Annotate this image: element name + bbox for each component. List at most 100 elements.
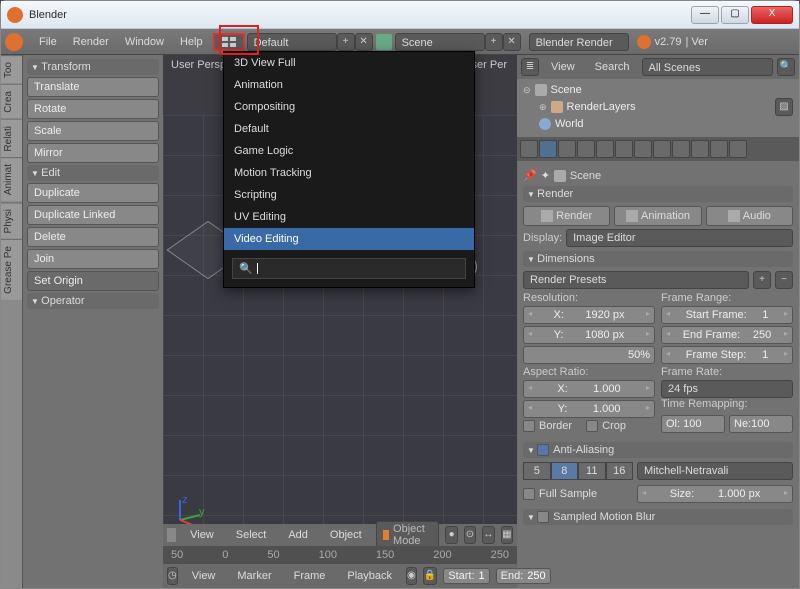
animation-button[interactable]: Animation (614, 206, 701, 226)
vp-menu-select[interactable]: Select (228, 529, 275, 541)
renderlayer-toggle-icon[interactable]: ▨ (775, 98, 793, 116)
tl-menu-marker[interactable]: Marker (229, 570, 279, 582)
scene-name-field[interactable]: Scene (395, 33, 485, 51)
toolshelf-tab-relations[interactable]: Relati (1, 119, 22, 158)
outliner-editor-icon[interactable]: ≣ (521, 58, 539, 76)
preset-remove-button[interactable]: − (775, 271, 793, 289)
tab-object-icon[interactable] (596, 140, 614, 158)
remove-scene-button[interactable]: ✕ (503, 33, 521, 51)
tree-world[interactable]: World (555, 118, 584, 130)
tab-render-icon[interactable] (520, 140, 538, 158)
aa-enable-checkbox[interactable] (537, 444, 549, 456)
outliner-menu-view[interactable]: View (543, 61, 583, 73)
old-frame-field[interactable]: Ol: 100 (661, 415, 725, 433)
remove-layout-button[interactable]: ✕ (355, 33, 373, 51)
tab-scene-icon[interactable] (558, 140, 576, 158)
layers-icon[interactable]: ▦ (501, 526, 513, 544)
aa-sample-11[interactable]: 11 (578, 462, 606, 480)
join-button[interactable]: Join (27, 249, 159, 269)
aspect-x-field[interactable]: ◂X:1.000▸ (523, 380, 655, 398)
layout-option-default[interactable]: Default (224, 118, 474, 140)
vp-menu-object[interactable]: Object (322, 529, 370, 541)
window-close-button[interactable]: X (751, 6, 793, 24)
tab-constraints-icon[interactable] (615, 140, 633, 158)
tab-texture-icon[interactable] (691, 140, 709, 158)
tab-material-icon[interactable] (672, 140, 690, 158)
preset-add-button[interactable]: + (753, 271, 771, 289)
rotate-button[interactable]: Rotate (27, 99, 159, 119)
toolshelf-tab-create[interactable]: Crea (1, 84, 22, 119)
auto-keyframe-icon[interactable]: ◉ (406, 567, 417, 585)
delete-button[interactable]: Delete (27, 227, 159, 247)
end-frame-field[interactable]: End:250 (496, 568, 551, 584)
menu-help[interactable]: Help (172, 36, 211, 48)
render-section-header[interactable]: Render (523, 186, 793, 202)
menu-render[interactable]: Render (65, 36, 117, 48)
expand-toggle-icon[interactable]: ⊝ (523, 85, 531, 96)
tab-data-icon[interactable] (653, 140, 671, 158)
lock-icon[interactable]: 🔒 (423, 567, 437, 585)
resolution-pct-field[interactable]: 50% (523, 346, 655, 364)
window-minimize-button[interactable]: — (691, 6, 719, 24)
menu-file[interactable]: File (31, 36, 65, 48)
audio-button[interactable]: Audio (706, 206, 793, 226)
layout-option-motiontracking[interactable]: Motion Tracking (224, 162, 474, 184)
fullsample-checkbox[interactable] (523, 488, 535, 500)
add-scene-button[interactable]: + (485, 33, 503, 51)
pin-icon[interactable]: 📌 (523, 169, 537, 182)
toolshelf-tab-physics[interactable]: Physi (1, 202, 22, 239)
layout-option-gamelogic[interactable]: Game Logic (224, 140, 474, 162)
outliner-filter-selector[interactable]: All Scenes (642, 58, 773, 76)
tab-modifiers-icon[interactable] (634, 140, 652, 158)
tab-renderlayers-icon[interactable] (539, 140, 557, 158)
menu-window[interactable]: Window (117, 36, 172, 48)
toolshelf-tab-animation[interactable]: Animat (1, 157, 22, 201)
resolution-y-field[interactable]: ◂Y:1080 px▸ (523, 326, 655, 344)
outliner-tree[interactable]: ⊝Scene ⊕RenderLayers▨ World (517, 79, 799, 137)
layout-search-field[interactable]: 🔍 (232, 258, 466, 279)
smb-section-header[interactable]: Sampled Motion Blur (523, 509, 793, 525)
crop-checkbox[interactable] (586, 420, 598, 432)
layout-option-animation[interactable]: Animation (224, 74, 474, 96)
border-checkbox[interactable] (523, 420, 535, 432)
tl-menu-view[interactable]: View (184, 570, 224, 582)
transform-panel-header[interactable]: Transform (27, 59, 159, 75)
vp-menu-add[interactable]: Add (280, 529, 316, 541)
edit-panel-header[interactable]: Edit (27, 165, 159, 181)
shading-solid-icon[interactable]: ● (445, 526, 457, 544)
aa-sample-5[interactable]: 5 (523, 462, 551, 480)
set-origin-button[interactable]: Set Origin (27, 271, 159, 291)
fps-selector[interactable]: 24 fps (661, 380, 793, 398)
layout-option-uvediting[interactable]: UV Editing (224, 206, 474, 228)
render-button[interactable]: Render (523, 206, 610, 226)
pivot-icon[interactable]: ⊙ (464, 526, 476, 544)
expand-toggle-icon[interactable]: ⊕ (539, 102, 547, 113)
layout-option-compositing[interactable]: Compositing (224, 96, 474, 118)
resolution-x-field[interactable]: ◂X:1920 px▸ (523, 306, 655, 324)
new-frame-field[interactable]: Ne:100 (729, 415, 793, 433)
aa-section-header[interactable]: Anti-Aliasing (523, 442, 793, 458)
mirror-button[interactable]: Mirror (27, 143, 159, 163)
framestep-field[interactable]: ◂Frame Step:1▸ (661, 346, 793, 364)
aa-sample-16[interactable]: 16 (606, 462, 634, 480)
scale-button[interactable]: Scale (27, 121, 159, 141)
tl-menu-frame[interactable]: Frame (286, 570, 334, 582)
endframe-field[interactable]: ◂End Frame:250▸ (661, 326, 793, 344)
duplicate-linked-button[interactable]: Duplicate Linked (27, 205, 159, 225)
timeline-editor-icon[interactable]: ◷ (167, 567, 178, 585)
mode-selector[interactable]: Object Mode (376, 521, 440, 549)
tab-physics-icon[interactable] (729, 140, 747, 158)
layout-name-field[interactable]: Default (247, 33, 337, 51)
dimensions-section-header[interactable]: Dimensions (523, 251, 793, 267)
outliner-menu-search[interactable]: Search (587, 61, 638, 73)
display-mode-selector[interactable]: Image Editor (566, 229, 793, 247)
render-presets-selector[interactable]: Render Presets (523, 271, 749, 289)
window-maximize-button[interactable]: ▢ (721, 6, 749, 24)
duplicate-button[interactable]: Duplicate (27, 183, 159, 203)
scene-datablock-icon[interactable] (376, 34, 392, 50)
layout-option-3dviewfull[interactable]: 3D View Full (224, 52, 474, 74)
aa-sample-8[interactable]: 8 (551, 462, 579, 480)
render-engine-selector[interactable]: Blender Render (529, 33, 629, 51)
tab-world-icon[interactable] (577, 140, 595, 158)
timeline-ruler[interactable]: 50 0 50 100 150 200 250 (163, 546, 517, 564)
